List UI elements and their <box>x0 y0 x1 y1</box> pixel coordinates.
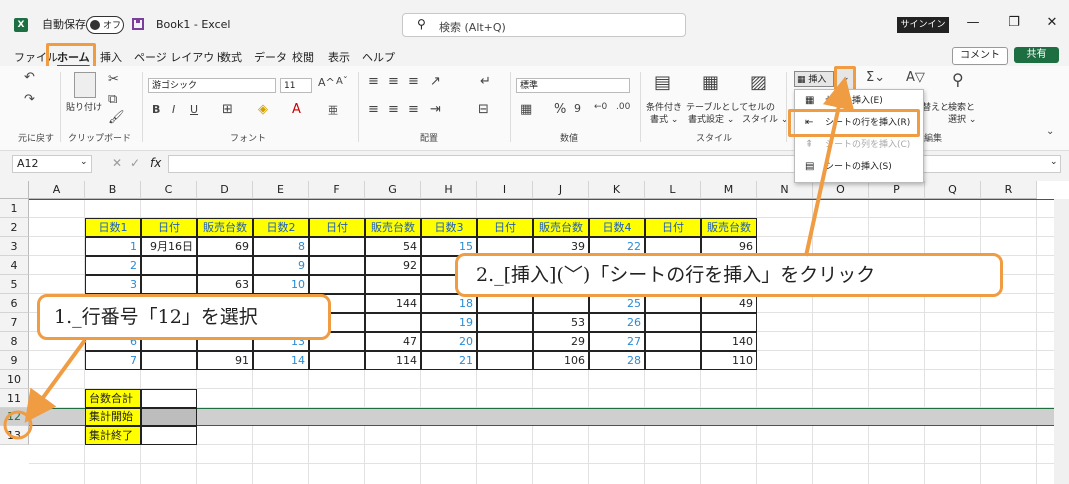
callout-arrows <box>3 76 855 440</box>
arrow-step1 <box>24 338 87 423</box>
arrow-step2 <box>804 76 855 257</box>
row12-highlight-circle <box>3 410 33 440</box>
